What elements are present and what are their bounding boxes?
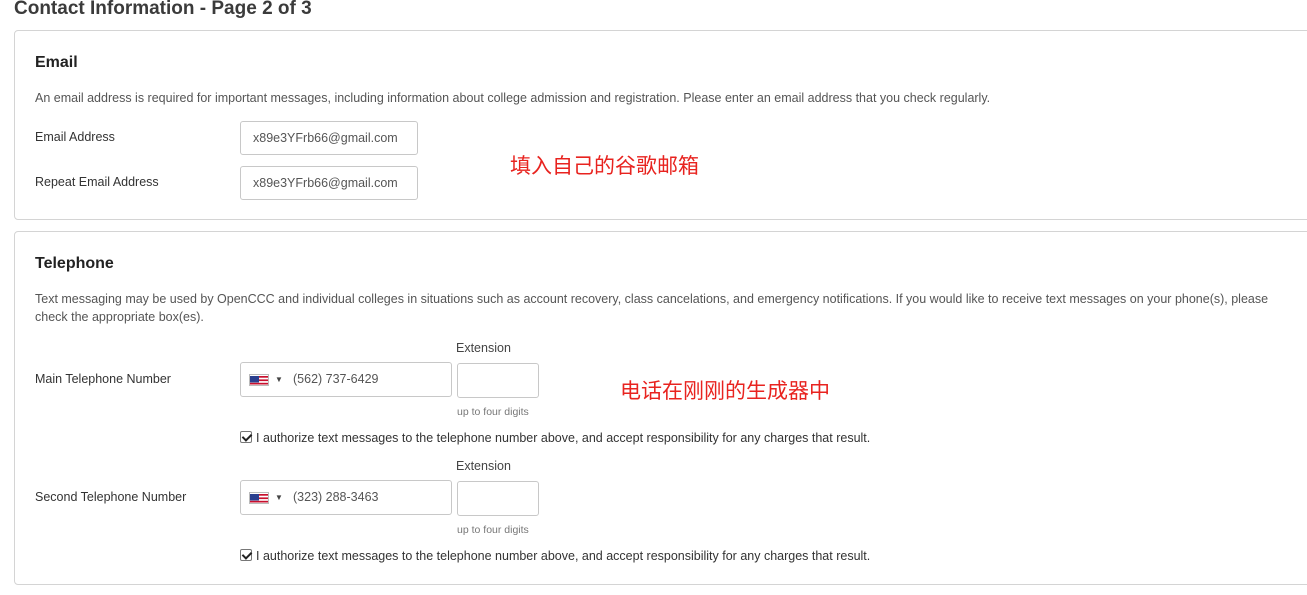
main-telephone-label: Main Telephone Number: [35, 372, 171, 386]
page-title: Contact Information - Page 2 of 3: [14, 0, 312, 19]
main-extension-label: Extension: [456, 341, 511, 355]
second-extension-help: up to four digits: [457, 524, 529, 536]
main-telephone-value: (562) 737-6429: [293, 372, 379, 386]
telephone-description: Text messaging may be used by OpenCCC an…: [35, 292, 1269, 324]
second-extension-label: Extension: [456, 459, 511, 473]
email-label: Email Address: [35, 130, 115, 144]
telephone-annotation: 电话在刚刚的生成器中: [620, 379, 830, 403]
repeat-email-field[interactable]: [240, 166, 418, 200]
chevron-down-icon: ▼: [275, 493, 283, 502]
us-flag-icon: [249, 374, 269, 386]
second-sms-checkbox[interactable]: [240, 549, 252, 561]
email-field[interactable]: [240, 121, 418, 155]
main-extension-field[interactable]: [457, 363, 539, 398]
chevron-down-icon: ▼: [275, 375, 283, 384]
main-sms-checkbox[interactable]: [240, 431, 252, 443]
email-description: An email address is required for importa…: [35, 91, 991, 105]
second-telephone-input[interactable]: ▼ (323) 288-3463: [240, 480, 452, 515]
second-extension-field[interactable]: [457, 481, 539, 516]
us-flag-icon: [249, 492, 269, 504]
email-heading: Email: [35, 54, 78, 71]
second-telephone-value: (323) 288-3463: [293, 490, 379, 504]
country-selector[interactable]: ▼: [247, 490, 287, 506]
email-panel: Email An email address is required for i…: [14, 30, 1307, 220]
main-telephone-input[interactable]: ▼ (562) 737-6429: [240, 362, 452, 397]
country-selector[interactable]: ▼: [247, 372, 287, 388]
main-extension-help: up to four digits: [457, 406, 529, 418]
second-telephone-label: Second Telephone Number: [35, 490, 187, 504]
repeat-email-label: Repeat Email Address: [35, 175, 159, 189]
main-sms-label: I authorize text messages to the telepho…: [256, 431, 871, 445]
second-sms-row: I authorize text messages to the telepho…: [240, 549, 870, 563]
second-sms-label: I authorize text messages to the telepho…: [256, 549, 871, 563]
email-annotation: 填入自己的谷歌邮箱: [510, 154, 699, 178]
telephone-heading: Telephone: [35, 255, 114, 272]
telephone-panel: Telephone Text messaging may be used by …: [14, 231, 1307, 585]
main-sms-row: I authorize text messages to the telepho…: [240, 431, 870, 445]
